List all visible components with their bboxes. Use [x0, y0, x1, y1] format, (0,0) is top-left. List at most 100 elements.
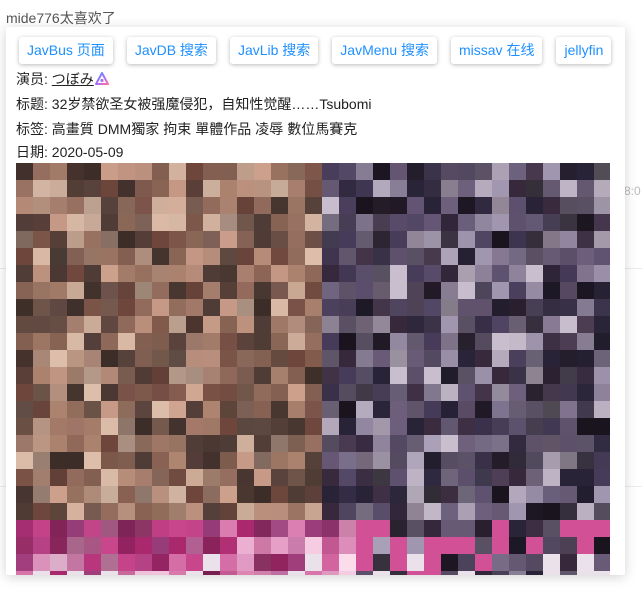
- mosaic-tile: [594, 469, 610, 486]
- cloud-drive-icon[interactable]: [94, 72, 109, 86]
- mosaic-tile: [475, 401, 492, 418]
- mosaic-tile: [526, 367, 543, 384]
- mosaic-tile: [305, 554, 322, 571]
- javdb-search-button[interactable]: JavDB 搜索: [126, 37, 216, 64]
- mosaic-tile: [560, 503, 577, 520]
- mosaic-tile: [135, 486, 152, 503]
- tag-item[interactable]: 數位馬賽克: [287, 121, 357, 137]
- mosaic-tile: [339, 520, 356, 537]
- tag-item[interactable]: DMM獨家: [98, 121, 159, 137]
- mosaic-tile: [509, 282, 526, 299]
- mosaic-tile: [16, 401, 33, 418]
- mosaic-tile: [203, 520, 220, 537]
- mosaic-tile: [305, 214, 322, 231]
- tag-item[interactable]: 拘束: [163, 121, 191, 137]
- mosaic-tile: [288, 350, 305, 367]
- mosaic-tile: [458, 452, 475, 469]
- mosaic-tile: [339, 401, 356, 418]
- mosaic-tile: [271, 503, 288, 520]
- mosaic-tile: [33, 520, 50, 537]
- mosaic-tile: [305, 282, 322, 299]
- mosaic-tile: [305, 299, 322, 316]
- mosaic-tile: [407, 435, 424, 452]
- mosaic-tile: [152, 333, 169, 350]
- mosaic-tile: [33, 554, 50, 571]
- mosaic-tile: [356, 231, 373, 248]
- jellyfin-button[interactable]: jellyfin: [556, 37, 612, 64]
- tag-item[interactable]: 單體作品: [195, 121, 251, 137]
- mosaic-tile: [526, 197, 543, 214]
- mosaic-tile: [441, 282, 458, 299]
- mosaic-tile: [373, 214, 390, 231]
- mosaic-tile: [594, 520, 610, 537]
- mosaic-tile: [475, 248, 492, 265]
- mosaic-tile: [118, 554, 135, 571]
- mosaic-tile: [373, 503, 390, 520]
- mosaic-tile: [594, 180, 610, 197]
- javbus-page-button[interactable]: JavBus 页面: [19, 37, 113, 64]
- mosaic-tile: [492, 299, 509, 316]
- mosaic-tile: [271, 367, 288, 384]
- javmenu-search-button[interactable]: JavMenu 搜索: [332, 37, 437, 64]
- mosaic-tile: [458, 554, 475, 571]
- mosaic-tile: [220, 197, 237, 214]
- mosaic-tile: [50, 367, 67, 384]
- mosaic-tile: [322, 163, 339, 180]
- mosaic-tile: [152, 180, 169, 197]
- mosaic-tile: [220, 384, 237, 401]
- mosaic-tile: [101, 486, 118, 503]
- mosaic-tile: [305, 265, 322, 282]
- mosaic-tile: [237, 231, 254, 248]
- mosaic-tile: [339, 214, 356, 231]
- mosaic-tile: [288, 418, 305, 435]
- mosaic-tile: [288, 248, 305, 265]
- mosaic-tile: [458, 316, 475, 333]
- mosaic-tile: [492, 435, 509, 452]
- mosaic-tile: [356, 469, 373, 486]
- mosaic-tile: [237, 316, 254, 333]
- mosaic-tile: [475, 367, 492, 384]
- mosaic-tile: [152, 231, 169, 248]
- mosaic-tile: [169, 520, 186, 537]
- mosaic-tile: [322, 401, 339, 418]
- mosaic-tile: [594, 486, 610, 503]
- mosaic-tile: [577, 180, 594, 197]
- mosaic-tile: [356, 350, 373, 367]
- mosaic-tile: [237, 435, 254, 452]
- mosaic-tile: [237, 554, 254, 571]
- mosaic-tile: [67, 214, 84, 231]
- mosaic-tile: [424, 452, 441, 469]
- mosaic-tile: [356, 503, 373, 520]
- mosaic-tile: [50, 537, 67, 554]
- mosaic-tile: [203, 299, 220, 316]
- tag-item[interactable]: 高畫質: [52, 121, 94, 137]
- mosaic-tile: [577, 554, 594, 571]
- mosaic-tile: [237, 401, 254, 418]
- mosaic-tile: [288, 282, 305, 299]
- mosaic-tile: [594, 248, 610, 265]
- actress-link[interactable]: つぼみ: [52, 71, 94, 87]
- mosaic-tile: [118, 367, 135, 384]
- tag-item[interactable]: 凌辱: [255, 121, 283, 137]
- mosaic-tile: [543, 418, 560, 435]
- title-label: 标题:: [16, 96, 52, 112]
- mosaic-tile: [203, 163, 220, 180]
- mosaic-tile: [509, 452, 526, 469]
- mosaic-tile: [492, 367, 509, 384]
- mosaic-tile: [339, 537, 356, 554]
- cover-image[interactable]: [16, 163, 610, 575]
- mosaic-tile: [543, 469, 560, 486]
- mosaic-tile: [169, 282, 186, 299]
- missav-online-button[interactable]: missav 在线: [451, 37, 543, 64]
- mosaic-tile: [509, 367, 526, 384]
- mosaic-tile: [152, 571, 169, 575]
- mosaic-tile: [424, 350, 441, 367]
- mosaic-tile: [33, 299, 50, 316]
- mosaic-tile: [424, 469, 441, 486]
- mosaic-tile: [271, 231, 288, 248]
- mosaic-tile: [169, 367, 186, 384]
- javlib-search-button[interactable]: JavLib 搜索: [229, 37, 319, 64]
- mosaic-tile: [594, 282, 610, 299]
- mosaic-tile: [220, 214, 237, 231]
- mosaic-tile: [373, 571, 390, 575]
